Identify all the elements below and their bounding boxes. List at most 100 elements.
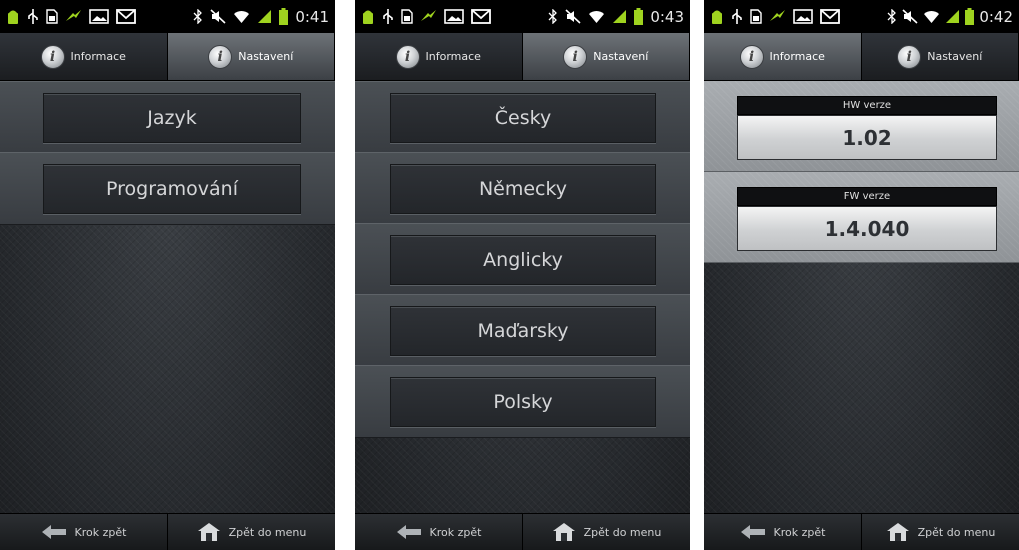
wifi-icon xyxy=(923,9,940,24)
fw-version-value: 1.4.040 xyxy=(737,206,997,251)
info-icon: i xyxy=(208,44,233,69)
usb-icon xyxy=(382,8,394,25)
sync-icon xyxy=(65,9,82,24)
mute-icon xyxy=(565,9,581,24)
info-icon: i xyxy=(897,44,922,69)
signal-icon xyxy=(945,9,960,24)
info-icon: i xyxy=(395,44,420,69)
clock: 0:41 xyxy=(295,7,329,26)
language-german-button[interactable]: Německy xyxy=(390,164,656,214)
home-button[interactable]: Zpět do menu xyxy=(523,514,690,550)
menu-row: Německy xyxy=(355,152,690,225)
menu-row: Anglicky xyxy=(355,223,690,296)
tab-label: Nastavení xyxy=(927,50,983,63)
menu-row: Maďarsky xyxy=(355,294,690,367)
back-arrow-icon xyxy=(396,524,422,540)
gmail-icon xyxy=(820,9,840,24)
back-label: Krok zpět xyxy=(773,525,826,539)
programming-button[interactable]: Programování xyxy=(43,164,301,214)
home-icon xyxy=(552,522,576,542)
screen-information: 0:42 i Informace i Nastavení HW verze 1.… xyxy=(704,0,1019,550)
sync-icon xyxy=(769,9,786,24)
back-button[interactable]: Krok zpět xyxy=(704,514,862,550)
tab-label: Informace xyxy=(425,50,481,63)
bluetooth-icon xyxy=(887,9,897,24)
bottom-bar: Krok zpět Zpět do menu xyxy=(0,513,335,550)
language-hungarian-button[interactable]: Maďarsky xyxy=(390,306,656,356)
battery-icon xyxy=(965,8,975,25)
tab-nastaveni[interactable]: i Nastavení xyxy=(861,33,1019,80)
fw-version-box: FW verze 1.4.040 xyxy=(737,187,997,251)
back-arrow-icon xyxy=(41,524,67,540)
info-icon: i xyxy=(40,44,65,69)
back-label: Krok zpět xyxy=(74,525,127,539)
gallery-icon xyxy=(89,9,109,24)
tab-nastaveni[interactable]: i Nastavení xyxy=(167,33,335,80)
screen-language-select: 0:43 i Informace i Nastavení Česky Němec… xyxy=(355,0,690,550)
bottom-bar: Krok zpět Zpět do menu xyxy=(704,513,1019,550)
tab-informace[interactable]: i Informace xyxy=(0,33,168,80)
mute-icon xyxy=(210,9,226,24)
android-notification-icon xyxy=(6,8,20,25)
home-label: Zpět do menu xyxy=(583,525,662,539)
home-label: Zpět do menu xyxy=(917,525,996,539)
back-arrow-icon xyxy=(740,524,766,540)
usb-icon xyxy=(27,8,39,25)
bluetooth-icon xyxy=(548,9,558,24)
menu-row: Jazyk xyxy=(0,81,335,154)
battery-icon xyxy=(279,8,289,25)
fw-version-label: FW verze xyxy=(737,187,997,206)
back-button[interactable]: Krok zpět xyxy=(355,514,523,550)
home-icon xyxy=(197,522,221,542)
language-polish-button[interactable]: Polsky xyxy=(390,377,656,427)
language-button[interactable]: Jazyk xyxy=(43,93,301,143)
gallery-icon xyxy=(444,9,464,24)
status-bar: 0:42 xyxy=(704,0,1019,33)
usb-icon xyxy=(731,8,743,25)
wifi-icon xyxy=(588,9,605,24)
gmail-icon xyxy=(471,9,491,24)
info-icon: i xyxy=(563,44,588,69)
clock: 0:43 xyxy=(650,7,684,26)
home-button[interactable]: Zpět do menu xyxy=(168,514,335,550)
info-icon: i xyxy=(739,44,764,69)
back-button[interactable]: Krok zpět xyxy=(0,514,168,550)
signal-icon xyxy=(257,9,272,24)
gallery-icon xyxy=(793,9,813,24)
hw-version-box: HW verze 1.02 xyxy=(737,96,997,160)
tab-bar: i Informace i Nastavení xyxy=(704,33,1019,81)
bottom-bar: Krok zpět Zpět do menu xyxy=(355,513,690,550)
sync-icon xyxy=(420,9,437,24)
menu-row: Polsky xyxy=(355,365,690,438)
home-button[interactable]: Zpět do menu xyxy=(862,514,1019,550)
tab-label: Nastavení xyxy=(593,50,649,63)
screen-settings-menu: 0:41 i Informace i Nastavení Jazyk Progr… xyxy=(0,0,335,550)
menu-row: Česky xyxy=(355,81,690,154)
tab-bar: i Informace i Nastavení xyxy=(355,33,690,81)
hw-version-row: HW verze 1.02 xyxy=(704,81,1019,172)
tab-label: Informace xyxy=(70,50,126,63)
battery-icon xyxy=(634,8,644,25)
android-notification-icon xyxy=(361,8,375,25)
sim-icon xyxy=(750,9,762,24)
tab-label: Informace xyxy=(769,50,825,63)
bluetooth-icon xyxy=(193,9,203,24)
status-bar: 0:43 xyxy=(355,0,690,33)
sim-icon xyxy=(46,9,58,24)
wifi-icon xyxy=(233,9,250,24)
mute-icon xyxy=(902,9,918,24)
language-english-button[interactable]: Anglicky xyxy=(390,235,656,285)
home-icon xyxy=(886,522,910,542)
tab-bar: i Informace i Nastavení xyxy=(0,33,335,81)
tab-informace[interactable]: i Informace xyxy=(704,33,862,80)
hw-version-value: 1.02 xyxy=(737,115,997,160)
tab-informace[interactable]: i Informace xyxy=(355,33,523,80)
fw-version-row: FW verze 1.4.040 xyxy=(704,172,1019,263)
tab-nastaveni[interactable]: i Nastavení xyxy=(522,33,690,80)
menu-row: Programování xyxy=(0,152,335,225)
clock: 0:42 xyxy=(979,7,1013,26)
status-bar: 0:41 xyxy=(0,0,335,33)
language-czech-button[interactable]: Česky xyxy=(390,93,656,143)
tab-label: Nastavení xyxy=(238,50,294,63)
gmail-icon xyxy=(116,9,136,24)
